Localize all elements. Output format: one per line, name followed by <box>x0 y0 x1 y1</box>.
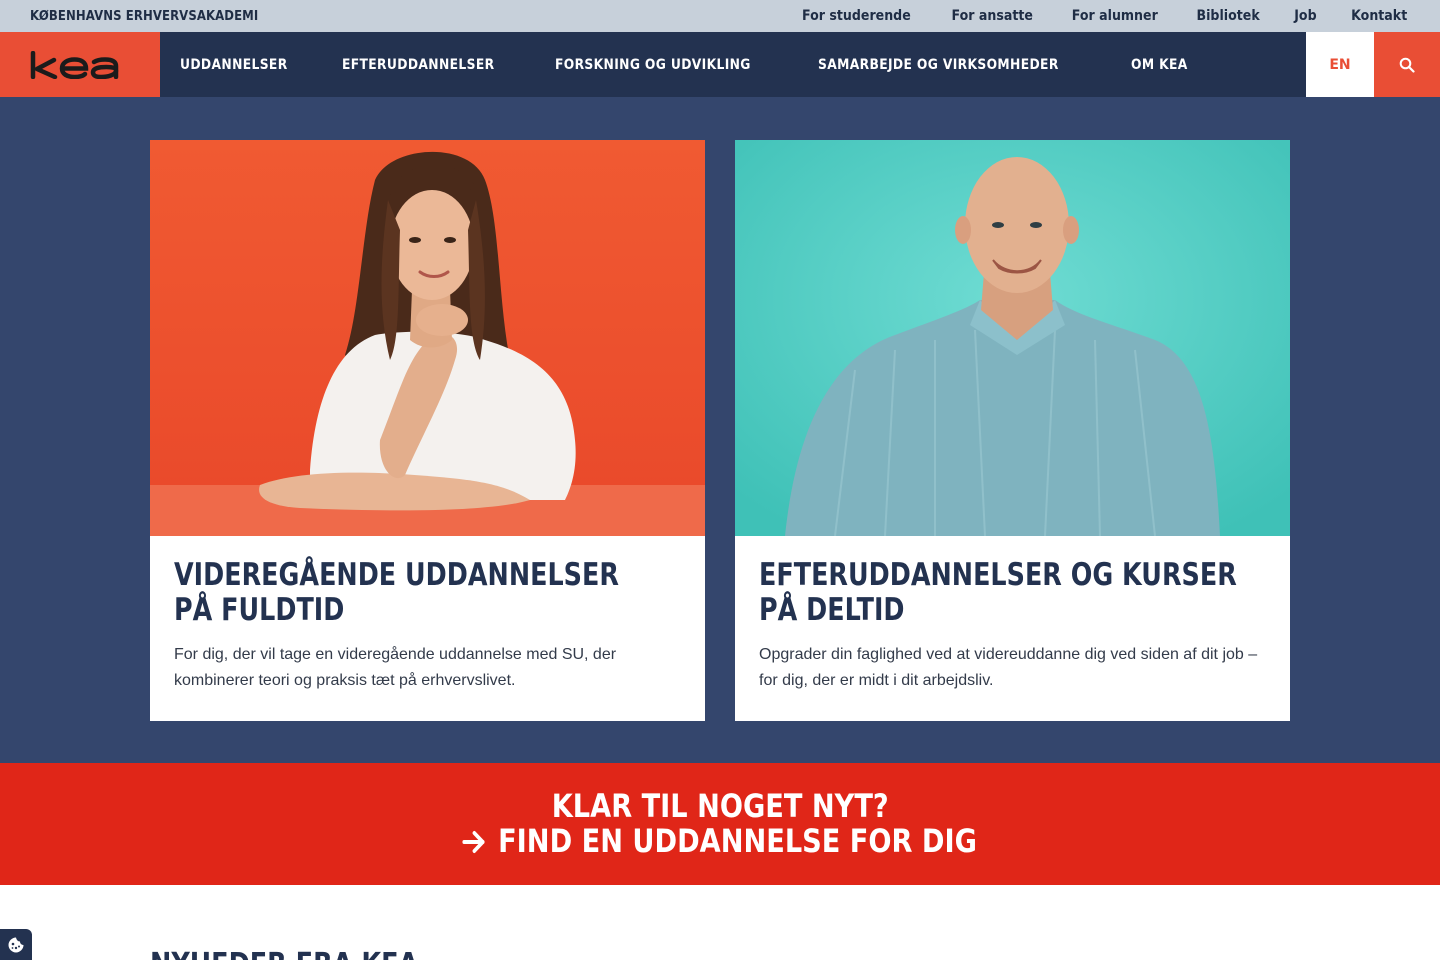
utility-link-for-studerende[interactable]: For studerende <box>802 8 911 24</box>
nav-item-samarbejde[interactable]: SAMARBEJDE OG VIRKSOMHEDER <box>818 57 1059 73</box>
nav-item-om-kea[interactable]: OM KEA <box>1131 57 1188 73</box>
card-title-line1: EFTERUDDANNELSER OG KURSER <box>759 557 1237 593</box>
utility-bar: KØBENHAVNS ERHVERVSAKADEMI For studerend… <box>0 0 1440 32</box>
search-button[interactable] <box>1374 32 1440 97</box>
woman-portrait-image <box>150 140 705 536</box>
arrow-right-icon <box>462 830 487 854</box>
primary-nav-links: UDDANNELSER EFTERUDDANNELSER FORSKNING O… <box>180 57 1196 73</box>
card-fuldtid[interactable]: VIDEREGÅENDE UDDANNELSER PÅ FULDTID For … <box>150 140 705 721</box>
news-section: NYHEDER FRA KEA <box>0 885 1440 960</box>
card-description: Opgrader din faglighed ved at videreudda… <box>759 646 1258 689</box>
card-title-line2: PÅ DELTID <box>759 592 905 628</box>
nav-item-forskning[interactable]: FORSKNING OG UDVIKLING <box>555 57 751 73</box>
cookie-settings-button[interactable] <box>0 929 32 960</box>
utility-link-job[interactable]: Job <box>1294 8 1316 24</box>
news-heading: NYHEDER FRA KEA <box>150 947 418 960</box>
kea-logo-mark <box>30 50 119 79</box>
card-photo-woman <box>150 140 705 536</box>
card-description: For dig, der vil tage en videregående ud… <box>174 646 617 689</box>
org-name: KØBENHAVNS ERHVERVSAKADEMI <box>30 8 259 24</box>
hero-section: VIDEREGÅENDE UDDANNELSER PÅ FULDTID For … <box>0 97 1440 763</box>
utility-link-kontakt[interactable]: Kontakt <box>1351 8 1407 24</box>
nav-item-uddannelser[interactable]: UDDANNELSER <box>180 57 288 73</box>
utility-link-for-ansatte[interactable]: For ansatte <box>951 8 1032 24</box>
card-title-line1: VIDEREGÅENDE UDDANNELSER <box>174 557 619 593</box>
man-portrait-image <box>735 140 1290 536</box>
card-title[interactable]: EFTERUDDANNELSER OG KURSER PÅ DELTID <box>759 558 1267 628</box>
cta-line2: FIND EN UDDANNELSE FOR DIG <box>462 822 978 860</box>
cta-line2-text: FIND EN UDDANNELSE FOR DIG <box>498 822 978 860</box>
nav-item-efteruddannelser[interactable]: EFTERUDDANNELSER <box>342 57 494 73</box>
card-body: VIDEREGÅENDE UDDANNELSER PÅ FULDTID For … <box>150 536 705 694</box>
utility-link-for-alumner[interactable]: For alumner <box>1072 8 1158 24</box>
utility-link-bibliotek[interactable]: Bibliotek <box>1196 8 1259 24</box>
cookie-icon <box>8 937 24 952</box>
kea-logo[interactable] <box>0 32 160 97</box>
card-photo-man <box>735 140 1290 536</box>
card-title[interactable]: VIDEREGÅENDE UDDANNELSER PÅ FULDTID <box>174 558 682 628</box>
card-body: EFTERUDDANNELSER OG KURSER PÅ DELTID Opg… <box>735 536 1290 694</box>
search-icon <box>1399 57 1415 73</box>
language-switch[interactable]: EN <box>1306 32 1374 97</box>
main-navigation: UDDANNELSER EFTERUDDANNELSER FORSKNING O… <box>0 32 1440 97</box>
card-deltid[interactable]: EFTERUDDANNELSER OG KURSER PÅ DELTID Opg… <box>735 140 1290 721</box>
find-education-cta[interactable]: KLAR TIL NOGET NYT? FIND EN UDDANNELSE F… <box>0 763 1440 885</box>
utility-links: For studerende For ansatte For alumner B… <box>796 8 1410 24</box>
card-title-line2: PÅ FULDTID <box>174 592 345 628</box>
cta-line1: KLAR TIL NOGET NYT? <box>551 787 889 825</box>
